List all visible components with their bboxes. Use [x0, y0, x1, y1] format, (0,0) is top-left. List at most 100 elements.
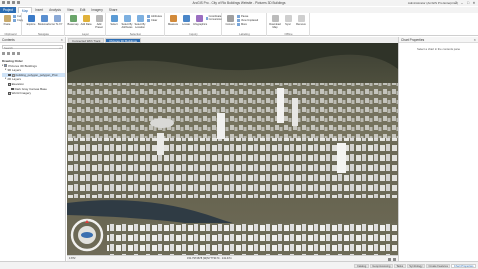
more-labels-button[interactable]: More: [237, 23, 247, 26]
navigator-control[interactable]: [70, 218, 104, 252]
layer-visibility-checkbox[interactable]: ✓: [8, 73, 11, 77]
infographics-button[interactable]: Infographics: [193, 15, 207, 26]
explore-button[interactable]: Explore: [25, 15, 37, 26]
copy-icon: [13, 19, 16, 22]
bookmarks-button[interactable]: Bookmarks: [38, 15, 51, 26]
add-preset-icon: [95, 15, 103, 22]
layer-icon: [11, 73, 15, 77]
group-label-offline: Offline: [284, 32, 293, 36]
infographics-icon: [195, 15, 203, 22]
contents-title: Contents ✕: [0, 37, 65, 43]
mid-buildings: [67, 138, 398, 198]
tab-tasks[interactable]: Tasks: [393, 263, 406, 268]
select-by-location-button[interactable]: Select By Location: [134, 15, 146, 29]
dock-tabs: Catalog Geoprocessing Tasks Symbology Cr…: [354, 263, 476, 268]
clear-icon: [147, 19, 150, 22]
more-icon: [237, 23, 240, 26]
tab-catalog[interactable]: Catalog: [354, 263, 369, 268]
bottom-dock: Catalog Geoprocessing Tasks Symbology Cr…: [0, 261, 478, 269]
stadium: [150, 118, 174, 128]
ribbon-group-labeling: Convert Pause View Unplaced More Labelin…: [223, 13, 267, 36]
tab-geoprocessing[interactable]: Geoprocessing: [369, 263, 393, 268]
user-account[interactable]: Administrator (ArcGIS Pro Enterprise): [408, 1, 458, 5]
group-label-navigate: Navigate: [37, 32, 50, 36]
tower: [292, 98, 298, 126]
expand-icon[interactable]: ▾: [5, 68, 6, 73]
scene-3d-canvas[interactable]: [67, 43, 398, 255]
view-unplaced-button[interactable]: View Unplaced: [237, 19, 258, 22]
tab-chart-properties[interactable]: Chart Properties: [451, 263, 476, 268]
attributes-icon: [147, 15, 150, 18]
select-icon: [110, 15, 118, 22]
ribbon-group-layer: Basemap Add Data Add Preset Layer: [66, 13, 106, 36]
remove-button[interactable]: Remove: [295, 15, 307, 26]
go-to-xy-icon: [53, 15, 61, 22]
download-icon: [271, 15, 279, 22]
chart-properties-message: Select a chart in the contents pane: [416, 47, 461, 51]
chart-properties-title: Chart Properties ✕: [399, 37, 478, 43]
contents-toolbar: [2, 51, 63, 56]
coordinate-conversion-icon: [206, 16, 208, 20]
add-data-icon: [82, 15, 90, 22]
pause-labels-button[interactable]: Pause: [237, 15, 248, 18]
ribbon-group-clipboard: Paste Cut Copy Clipboard: [0, 13, 23, 36]
select-by-attributes-icon: [123, 15, 131, 22]
pane-close-icon[interactable]: ✕: [473, 37, 476, 43]
group-label-inquiry: Inquiry: [189, 32, 198, 36]
expand-icon[interactable]: ▾: [5, 77, 6, 82]
ribbon-group-offline: Download Map Sync Remove Offline: [268, 13, 310, 36]
scene-icon: [4, 64, 8, 68]
tab-symbology[interactable]: Symbology: [406, 263, 425, 268]
ribbon-group-navigate: Explore Bookmarks Go To XY Navigate: [23, 13, 65, 36]
copy-button[interactable]: Copy: [13, 19, 23, 22]
locate-button[interactable]: Locate: [180, 15, 192, 26]
tower: [337, 143, 346, 173]
chart-properties-pane: Chart Properties ✕ Select a chart in the…: [398, 37, 478, 261]
ribbon-group-selection: Select Select By Attributes Select By Lo…: [107, 13, 165, 36]
list-by-source-icon[interactable]: [7, 52, 10, 55]
select-by-attributes-button[interactable]: Select By Attributes: [121, 15, 133, 29]
tree-item-world-imagery[interactable]: ✓ World Imagery: [2, 91, 65, 96]
attributes-button[interactable]: Attributes: [147, 15, 162, 18]
tower: [157, 133, 164, 155]
layer-tree: Drawing Order ▾ Pictures 3D Buildings ▾ …: [0, 59, 65, 96]
coordinate-conversion-button[interactable]: Coordinate Conversion: [206, 15, 223, 21]
add-preset-button[interactable]: Add Preset: [93, 15, 105, 29]
clear-selection-button[interactable]: Clear: [147, 19, 157, 22]
pane-close-icon[interactable]: ✕: [60, 37, 63, 43]
sync-icon: [284, 15, 292, 22]
tower: [277, 88, 284, 123]
download-map-button[interactable]: Download Map: [269, 15, 281, 29]
convert-button[interactable]: Convert: [224, 15, 236, 26]
paste-button[interactable]: Paste: [1, 15, 13, 26]
tab-create-features[interactable]: Create Features: [426, 263, 451, 268]
contents-search-input[interactable]: Search ⌕: [2, 45, 63, 50]
select-button[interactable]: Select: [108, 15, 120, 26]
select-by-location-icon: [136, 15, 144, 22]
layer-visibility-checkbox[interactable]: ✓: [8, 82, 11, 86]
expand-icon[interactable]: ▾: [2, 64, 3, 69]
remove-icon: [297, 15, 305, 22]
list-by-editing-icon[interactable]: [17, 52, 20, 55]
go-to-xy-button[interactable]: Go To XY: [51, 15, 63, 26]
ribbon: Paste Cut Copy Clipboard Explore Bookmar…: [0, 13, 478, 36]
measure-button[interactable]: Measure: [167, 15, 179, 26]
contents-pane: Contents ✕ Search ⌕ Drawing Order ▾ Pict…: [0, 37, 66, 261]
layer-visibility-checkbox[interactable]: ✓: [8, 92, 11, 95]
title-bar: ArcGIS Pro - City of Rio Buildings Websi…: [0, 0, 478, 6]
basemap-button[interactable]: Basemap: [67, 15, 79, 26]
group-label-labeling: Labeling: [239, 32, 250, 36]
add-data-button[interactable]: Add Data: [80, 15, 92, 26]
convert-icon: [226, 15, 234, 22]
locate-icon: [182, 15, 190, 22]
search-icon[interactable]: ⌕: [59, 46, 61, 50]
explore-icon: [27, 15, 35, 22]
close-button[interactable]: ✕: [471, 0, 477, 6]
layer-visibility-checkbox[interactable]: [11, 87, 14, 91]
sync-button[interactable]: Sync: [282, 15, 294, 26]
list-by-drawing-order-icon[interactable]: [2, 52, 5, 55]
scene-render: [67, 43, 398, 255]
cut-button[interactable]: Cut: [13, 15, 21, 18]
window-controls: ? – □ ✕: [453, 0, 477, 6]
list-by-selection-icon[interactable]: [12, 52, 15, 55]
